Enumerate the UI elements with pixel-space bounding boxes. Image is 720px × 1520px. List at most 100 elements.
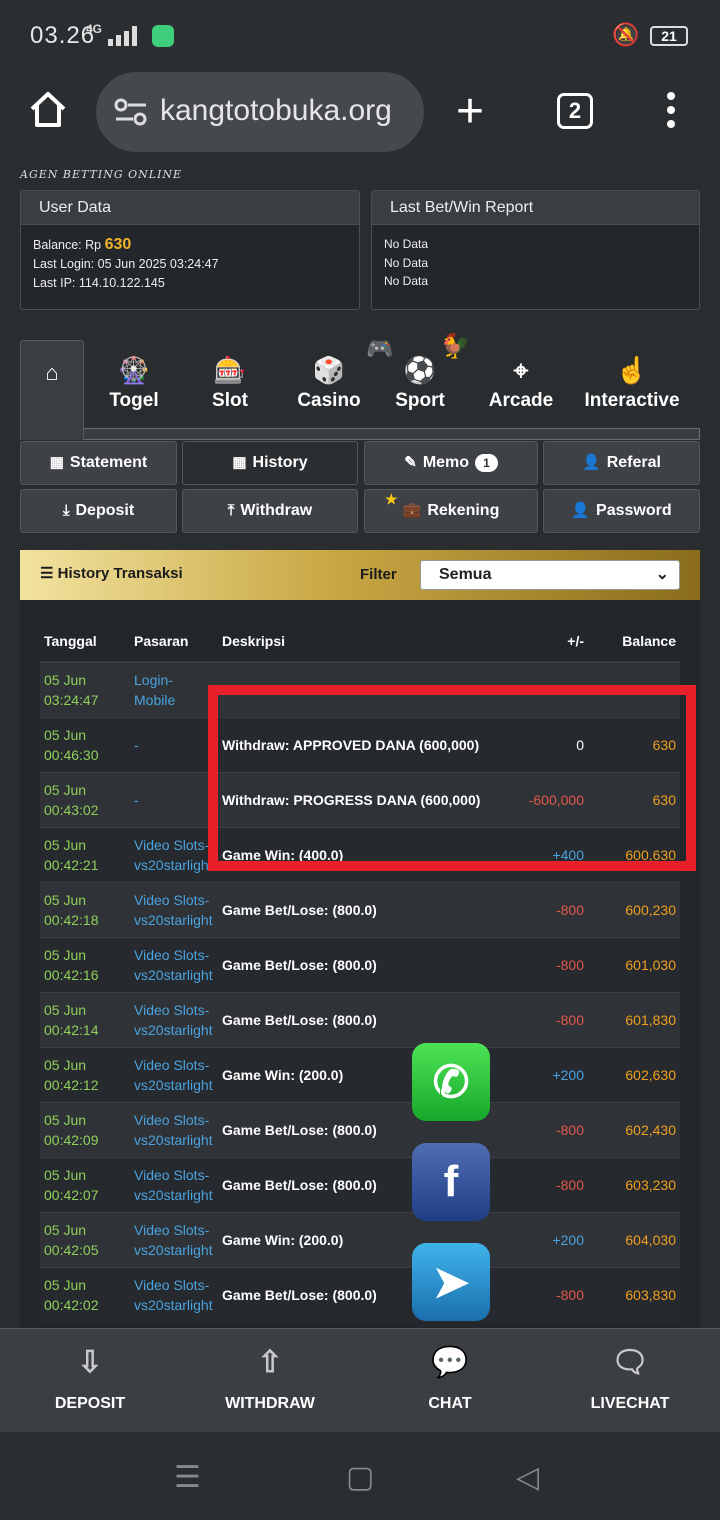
history-label: History [252,454,308,471]
row-pasaran[interactable]: Video Slots-vs20starlight [130,991,218,1047]
row-date: 05 Jun 03:24:47 [40,661,130,717]
bottom-withdraw-label: WITHDRAW [225,1395,315,1412]
nav-sport[interactable]: 🎮 🐓 ⚽ Sport [364,333,476,440]
whatsapp-icon: ✆ [432,1058,470,1107]
balance-value: 630 [104,236,132,253]
history-title: ☰ History Transaksi [40,564,183,582]
bottom-withdraw-button[interactable]: ⇧ WITHDRAW [180,1339,360,1413]
col-balance: Balance [588,620,680,663]
bottom-deposit-button[interactable]: ⇩ DEPOSIT [0,1339,180,1413]
row-date: 05 Jun 00:42:09 [40,1101,130,1157]
home-icon[interactable] [28,90,68,130]
row-pasaran[interactable]: Login-Mobile [130,661,218,717]
row-pasaran[interactable]: Video Slots-vs20starlight [130,1211,218,1267]
table-row: 05 Jun 00:42:02 Video Slots-vs20starlight G… [40,1266,680,1322]
row-amount: -800 [502,991,588,1047]
nav-slot[interactable]: 🎰 Slot [206,340,254,440]
row-date: 05 Jun 00:42:14 [40,991,130,1047]
row-date: 05 Jun 00:42:02 [40,1266,130,1322]
row-amount: -800 [502,936,588,992]
row-pasaran[interactable]: Video Slots-vs20starlight [130,881,218,937]
status-bar: 03.26 4G 🔕 21 [0,0,720,70]
site-settings-icon[interactable] [114,98,148,126]
filter-select[interactable]: Semua ⌄ [420,560,680,590]
address-bar[interactable]: kangtotobuka.org [96,72,424,152]
row-pasaran[interactable]: Video Slots-vs20starlight [130,826,218,882]
row-balance: 602,430 [588,1101,680,1157]
calendar-icon: ▦ [49,454,64,471]
history-button[interactable]: ▦ History [182,441,358,485]
referal-button[interactable]: 👤 Referal [543,441,700,485]
row-pasaran[interactable]: Video Slots-vs20starlight [130,1046,218,1102]
user-icon: 👤 [571,502,591,519]
edit-icon: ✎ [404,454,417,471]
crosshair-icon: ⌖ [513,355,529,385]
network-type: 4G [86,22,103,36]
row-balance: 604,030 [588,1211,680,1267]
mute-icon: 🔕 [612,22,640,47]
tab-switcher-button[interactable]: 2 [557,93,593,129]
new-tab-icon[interactable]: + [456,84,484,139]
row-pasaran[interactable]: - [130,716,218,772]
memo-label: Memo [422,454,470,471]
battery-icon: 21 [650,26,688,46]
briefcase-icon: 💼 [402,502,422,519]
statement-button[interactable]: ▦ Statement [20,441,177,485]
row-pasaran[interactable]: Video Slots-vs20starlight [130,1266,218,1322]
recent-apps-icon[interactable]: ☰ [174,1460,201,1495]
rooster-icon: 🐓 [440,333,470,360]
row-pasaran[interactable]: Video Slots-vs20starlight [130,936,218,992]
whatsapp-button[interactable]: ✆ [412,1043,490,1121]
nav-home[interactable]: ⌂ [20,340,84,440]
row-amount: -800 [502,881,588,937]
memo-badge: 1 [475,453,498,472]
touch-icon: ☝ [615,355,649,385]
user-data-panel: User Data Balance: Rp 630 Last Login: 05… [20,190,360,310]
row-date: 05 Jun 00:42:16 [40,936,130,992]
bottom-chat-button[interactable]: 💬 CHAT [360,1339,540,1413]
download-icon: ⇩ [77,1346,103,1379]
password-button[interactable]: 👤 Password [543,489,700,533]
telegram-button[interactable]: ➤ [412,1243,490,1321]
bottom-livechat-button[interactable]: 🗨 LIVECHAT [540,1339,720,1413]
withdraw-button[interactable]: ⤒ Withdraw [182,489,358,533]
upload-icon: ⇧ [257,1346,283,1379]
game-nav: ⌂ 🎡 Togel 🎰 Slot 🎲 Casino 🎮 🐓 ⚽ Sport ⌖ Arcad… [20,333,700,440]
row-description: Game Bet/Lose: (800.0) [218,991,502,1047]
report-line: No Data [384,255,429,270]
user-data-title: User Data [21,191,359,225]
site-logo-tagline: AGEN BETTING ONLINE [20,168,183,181]
deposit-label: Deposit [75,502,135,519]
withdraw-label: Withdraw [240,502,313,519]
user-icon: 👤 [582,454,601,471]
report-line: No Data [384,237,429,251]
table-row: 05 Jun 00:42:07 Video Slots-vs20starlight G… [40,1156,680,1212]
list-icon: ☰ [40,565,58,582]
nav-arcade-label: Arcade [488,390,554,411]
row-date: 05 Jun 00:42:05 [40,1211,130,1267]
row-balance: 600,230 [588,881,680,937]
lottery-icon: 🎡 [117,355,151,385]
nav-togel[interactable]: 🎡 Togel [106,340,162,440]
back-icon[interactable]: ◁ [516,1460,539,1495]
nav-casino[interactable]: 🎲 Casino [296,340,362,440]
home-icon: ⌂ [45,360,59,385]
row-amount: -800 [502,1266,588,1322]
row-pasaran[interactable]: - [130,771,218,827]
more-menu-icon[interactable] [666,92,676,132]
nav-arcade[interactable]: ⌖ Arcade [488,340,554,440]
bottom-chat-label: CHAT [428,1395,472,1412]
row-pasaran[interactable]: Video Slots-vs20starlight [130,1156,218,1212]
history-title-text: History Transaksi [57,565,183,582]
row-pasaran[interactable]: Video Slots-vs20starlight [130,1101,218,1157]
row-amount: -800 [502,1101,588,1157]
deposit-button[interactable]: ⤓ Deposit [20,489,177,533]
slot-machine-icon: 🎰 [213,355,247,385]
home-button-icon[interactable]: ▢ [346,1460,374,1495]
url-text: kangtotobuka.org [160,94,392,127]
row-amount: +200 [502,1046,588,1102]
nav-interactive-label: Interactive [584,390,680,411]
nav-interactive[interactable]: ☝ Interactive [584,340,680,440]
facebook-button[interactable]: f [412,1143,490,1221]
rekening-button[interactable]: ★ 💼 Rekening [364,489,538,533]
